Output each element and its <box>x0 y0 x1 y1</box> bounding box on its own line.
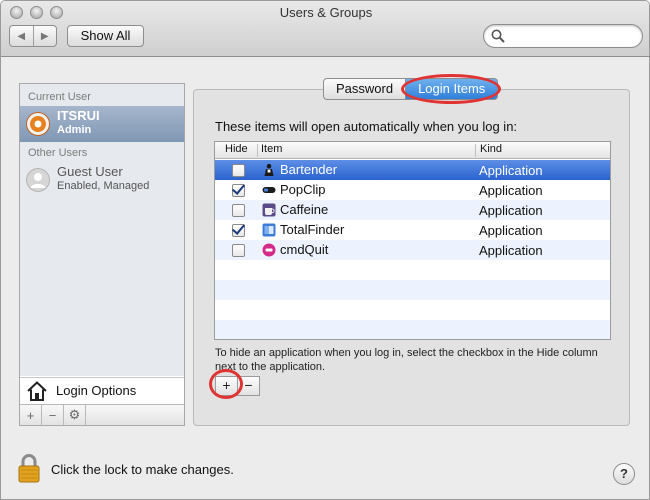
other-users-header: Other Users <box>28 147 88 159</box>
login-options-item[interactable]: Login Options <box>20 377 184 403</box>
users-groups-window: Users & Groups ◀ ▶ Show All Current User <box>0 0 650 500</box>
item-name: Caffeine <box>280 202 329 217</box>
table-header: Hide Item Kind <box>215 142 610 159</box>
column-header-kind[interactable]: Kind <box>480 143 502 155</box>
user-name: Guest User <box>57 164 123 179</box>
user-name: ITSRUI <box>57 108 100 123</box>
remove-user-button[interactable]: − <box>42 405 64 425</box>
table-row[interactable]: cmdQuit Application <box>215 240 610 260</box>
item-name: TotalFinder <box>280 222 345 237</box>
hide-checkbox[interactable] <box>232 164 245 177</box>
lock-hint-text: Click the lock to make changes. <box>51 462 234 477</box>
user-role: Enabled, Managed <box>57 180 150 192</box>
window-title: Users & Groups <box>279 5 373 20</box>
users-list: Current User ITSRUI Admin Other Users Gu… <box>20 84 184 376</box>
users-sidebar: Current User ITSRUI Admin Other Users Gu… <box>19 83 185 426</box>
user-avatar-icon <box>26 112 50 136</box>
empty-row <box>215 300 610 320</box>
hide-checkbox[interactable] <box>232 244 245 257</box>
sidebar-button-bar: + − ⚙ <box>20 404 184 425</box>
table-row[interactable]: PopClip Application <box>215 180 610 200</box>
back-arrow-icon: ◀ <box>17 30 26 42</box>
login-options-label: Login Options <box>56 383 137 398</box>
tab-password[interactable]: Password <box>323 78 407 100</box>
column-divider <box>475 144 476 157</box>
title-toolbar: Users & Groups ◀ ▶ Show All <box>1 1 649 57</box>
popclip-icon <box>262 187 276 193</box>
table-row[interactable]: Caffeine Application <box>215 200 610 220</box>
hide-checkbox[interactable] <box>232 224 245 237</box>
column-header-item[interactable]: Item <box>261 143 282 155</box>
search-icon <box>491 29 505 43</box>
item-name: PopClip <box>280 182 326 197</box>
column-header-hide[interactable]: Hide <box>225 143 248 155</box>
back-button[interactable]: ◀ <box>10 26 33 46</box>
item-kind: Application <box>479 243 543 258</box>
column-divider <box>257 144 258 157</box>
caffeine-icon <box>262 203 276 217</box>
back-forward-group: ◀ ▶ <box>9 25 57 47</box>
table-row[interactable]: TotalFinder Application <box>215 220 610 240</box>
item-name: cmdQuit <box>280 242 329 257</box>
guest-avatar-icon <box>26 168 50 192</box>
annotation-circle-tab <box>401 74 501 104</box>
table-row[interactable]: Bartender Application <box>215 160 610 180</box>
item-kind: Application <box>479 203 543 218</box>
item-kind: Application <box>479 163 543 178</box>
login-items-intro: These items will open automatically when… <box>215 119 518 134</box>
hide-hint-text: To hide an application when you log in, … <box>215 347 598 373</box>
bartender-icon <box>264 163 274 176</box>
empty-row <box>215 320 610 339</box>
user-role: Admin <box>57 124 92 136</box>
hide-checkbox[interactable] <box>232 184 245 197</box>
house-icon <box>27 381 47 401</box>
current-user-header: Current User <box>28 91 91 103</box>
show-all-button[interactable]: Show All <box>67 25 144 47</box>
forward-button[interactable]: ▶ <box>32 26 57 46</box>
annotation-circle-add <box>209 369 243 399</box>
add-user-button[interactable]: + <box>20 405 42 425</box>
lock-icon[interactable] <box>18 453 40 483</box>
item-kind: Application <box>479 183 543 198</box>
help-button[interactable]: ? <box>613 463 635 485</box>
cmdquit-icon <box>262 243 276 257</box>
gear-icon[interactable]: ⚙ <box>64 405 86 425</box>
user-itsrui[interactable]: ITSRUI Admin <box>20 106 184 142</box>
user-guest[interactable]: Guest User Enabled, Managed <box>20 162 184 198</box>
search-field[interactable] <box>483 24 643 48</box>
hide-checkbox[interactable] <box>232 204 245 217</box>
forward-arrow-icon: ▶ <box>40 30 49 42</box>
item-kind: Application <box>479 223 543 238</box>
empty-row <box>215 260 610 280</box>
empty-row <box>215 280 610 300</box>
item-name: Bartender <box>280 162 338 177</box>
totalfinder-icon <box>262 223 276 237</box>
login-items-table: Hide Item Kind Bartender Application Pop… <box>214 141 611 340</box>
